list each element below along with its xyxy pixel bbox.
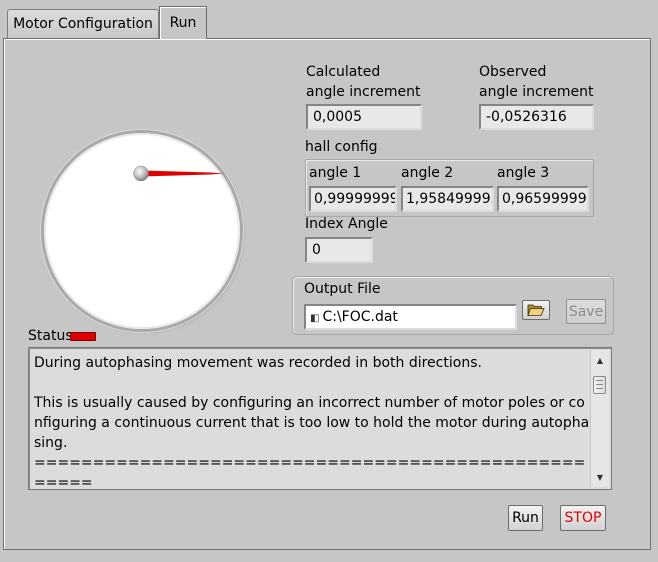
hall-angle3-label: angle 3 <box>497 165 550 181</box>
index-angle-value[interactable]: 0 <box>305 237 373 263</box>
index-angle-label: Index Angle <box>305 216 388 232</box>
hall-angle1-label: angle 1 <box>309 165 362 181</box>
gauge-hub <box>133 165 149 182</box>
status-text-area[interactable]: During autophasing movement was recorded… <box>28 347 612 490</box>
hall-angle1-value[interactable]: 0,999999999 <box>309 186 397 212</box>
scrollbar-thumb[interactable] <box>593 376 606 394</box>
calculated-angle-increment-label-line1: Calculated <box>306 64 381 80</box>
save-button-label: Save <box>568 303 604 320</box>
angle-gauge <box>44 133 240 329</box>
gauge-needle-svg <box>133 165 224 182</box>
output-file-label: Output File <box>304 281 381 297</box>
status-message: During autophasing movement was recorded… <box>34 355 590 490</box>
tab-motor-configuration-label: Motor Configuration <box>13 16 153 32</box>
scroll-down-arrow-icon[interactable]: ▼ <box>591 469 609 485</box>
hall-config-label: hall config <box>305 139 378 155</box>
run-button[interactable]: Run <box>508 505 543 531</box>
calculated-angle-increment-label-line2: angle increment <box>306 84 421 100</box>
status-vertical-scrollbar[interactable]: ▲ ▼ <box>590 350 609 487</box>
observed-angle-increment-value: -0,0526316 <box>479 104 594 130</box>
output-file-path-input[interactable]: ◧ C:\FOC.dat <box>304 304 517 330</box>
run-button-label: Run <box>512 510 539 526</box>
gauge-needle <box>142 170 224 177</box>
observed-angle-increment-label-line2: angle increment <box>479 84 594 100</box>
stop-button-label: STOP <box>564 510 602 526</box>
stop-button[interactable]: STOP <box>560 505 606 531</box>
tab-run[interactable]: Run <box>159 6 207 39</box>
scroll-up-arrow-icon[interactable]: ▲ <box>591 352 609 368</box>
hall-angle2-label: angle 2 <box>401 165 454 181</box>
hall-angle2-value[interactable]: 1,958499993 <box>401 186 494 212</box>
status-led <box>70 332 96 341</box>
observed-angle-increment-label-line1: Observed <box>479 64 547 80</box>
save-button[interactable]: Save <box>566 299 606 324</box>
tab-motor-configuration[interactable]: Motor Configuration <box>7 9 159 38</box>
calculated-angle-increment-value: 0,0005 <box>306 104 422 130</box>
status-label: Status <box>28 328 73 344</box>
tab-run-label: Run <box>169 15 197 31</box>
path-icon: ◧ <box>310 313 320 324</box>
folder-open-icon <box>527 304 545 316</box>
browse-button[interactable] <box>522 300 550 320</box>
hall-angle3-value[interactable]: 0,965999993 <box>497 186 589 212</box>
output-file-path-value: C:\FOC.dat <box>322 309 398 325</box>
